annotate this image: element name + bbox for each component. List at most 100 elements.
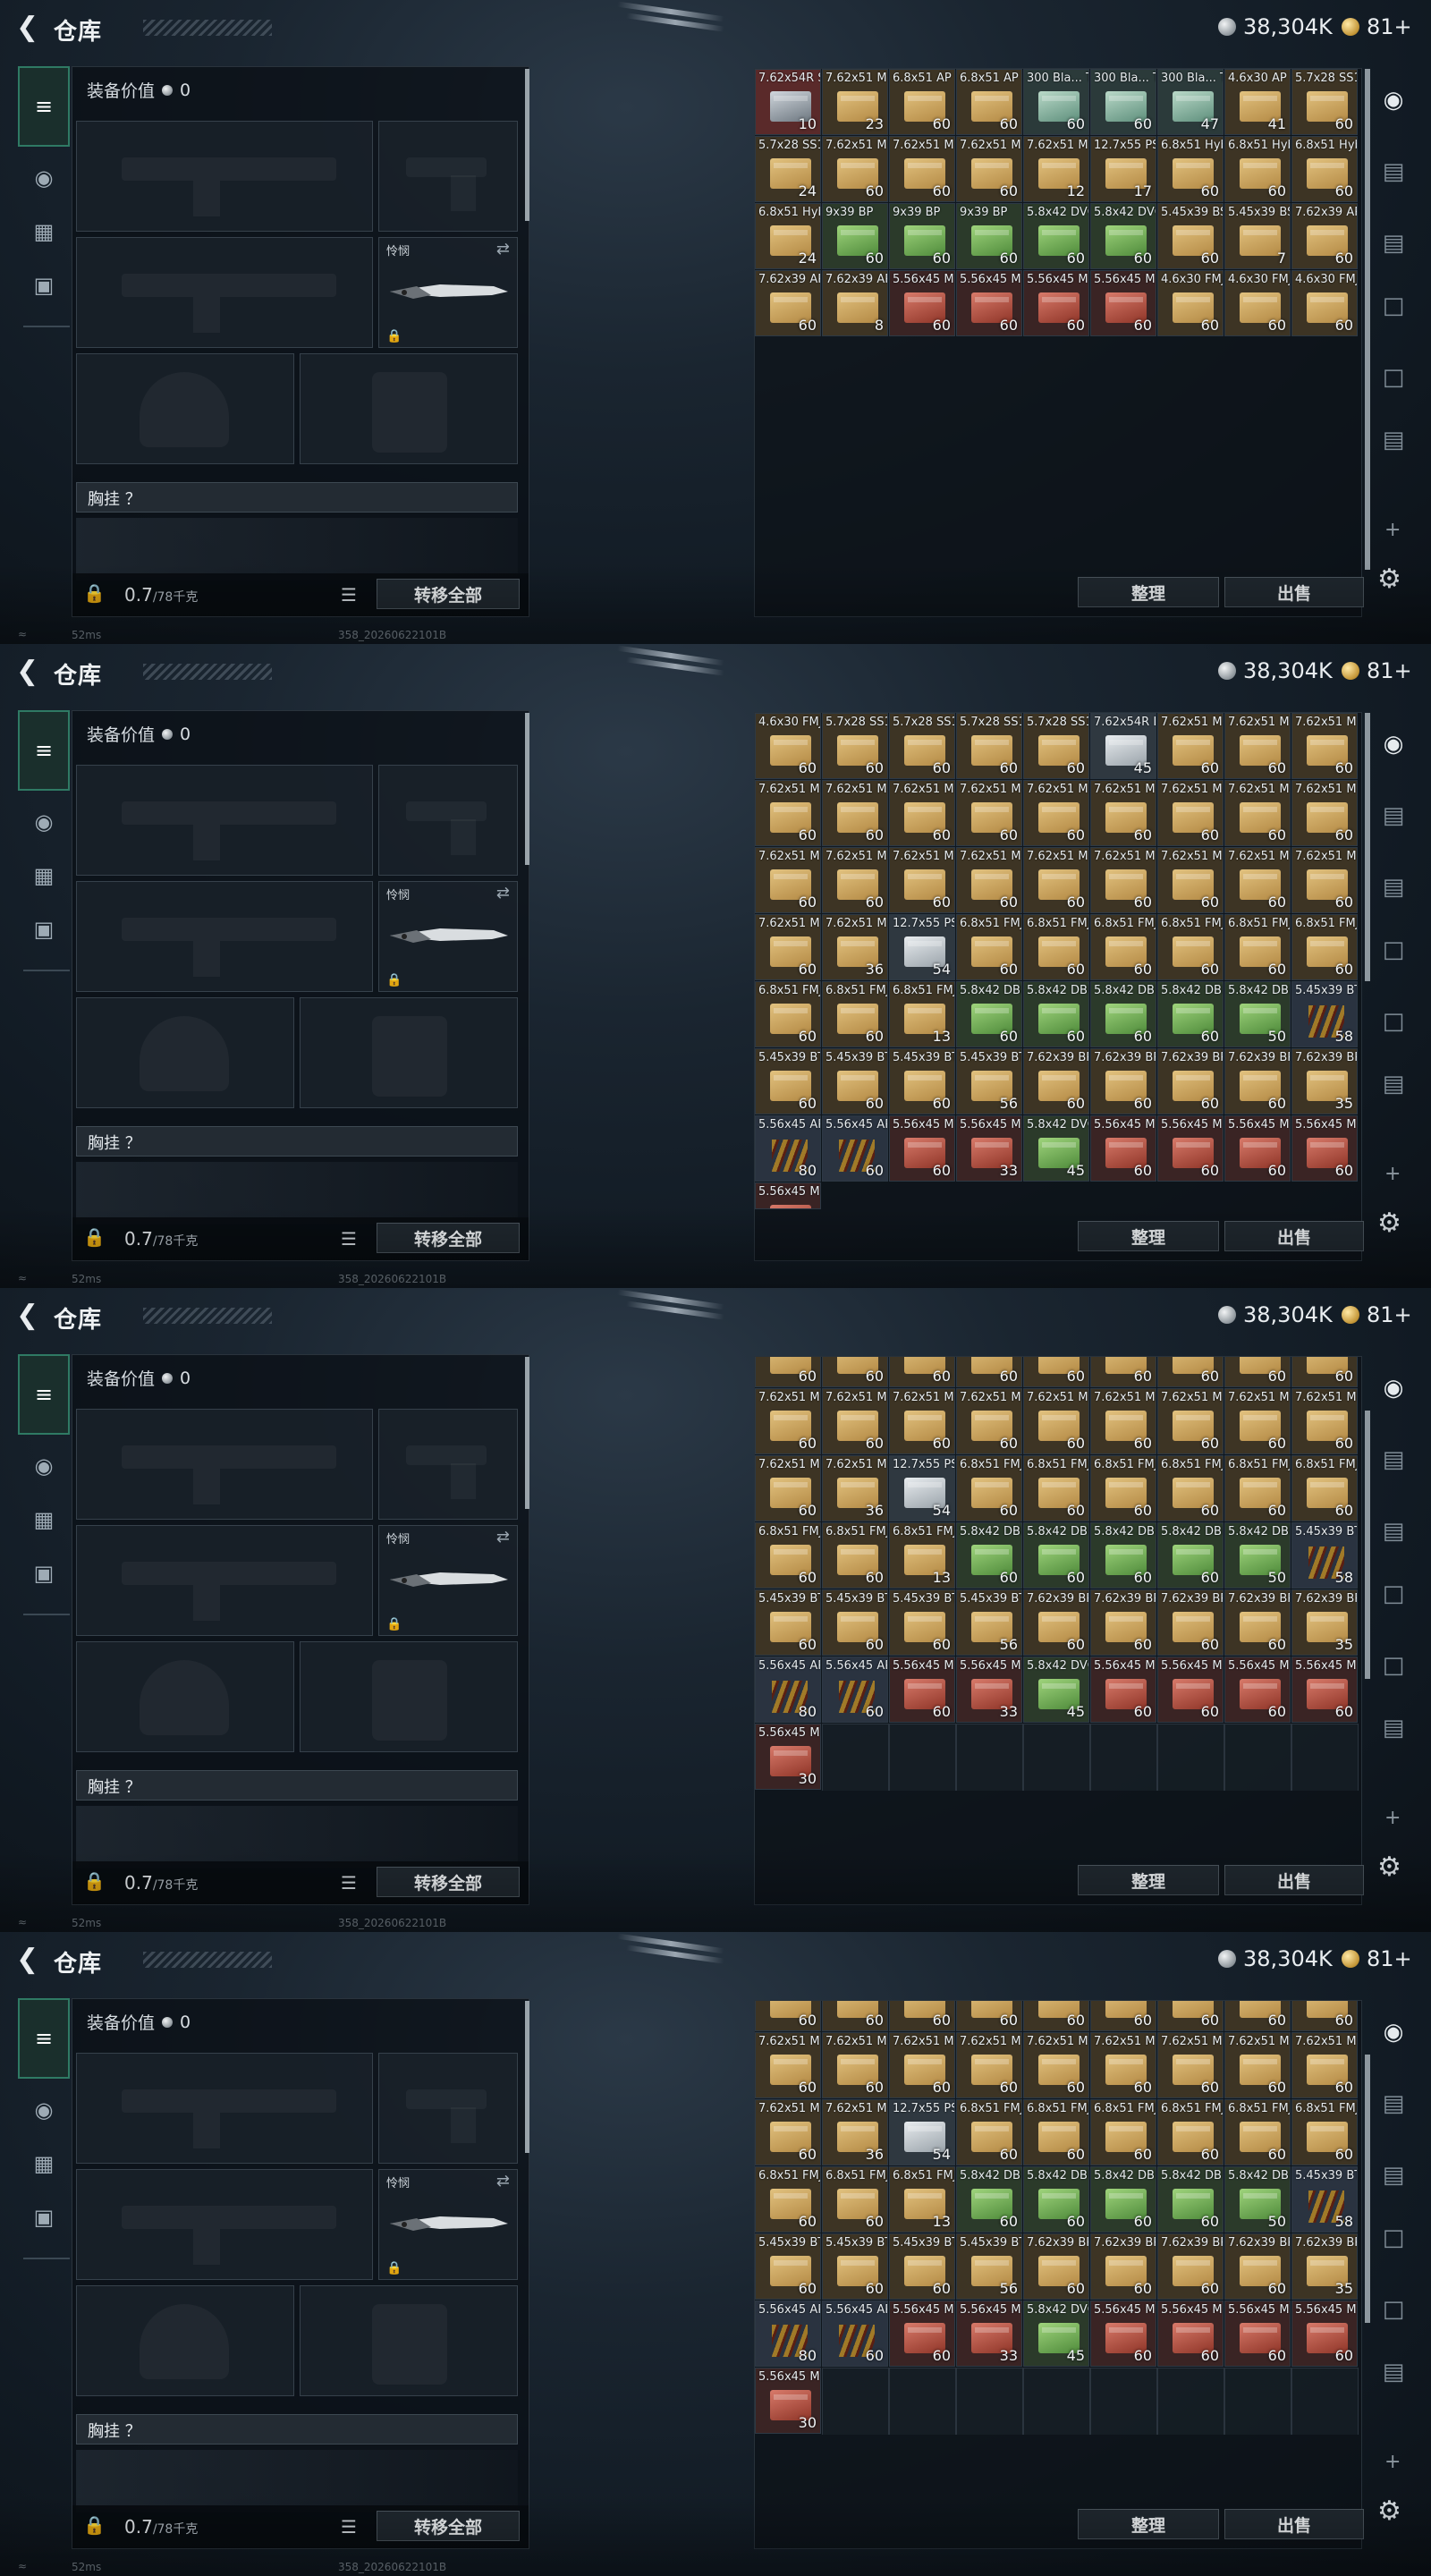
ammo-cell[interactable]: 7.62x51 M8060 [889, 780, 955, 846]
ammo-cell[interactable]: 7.62x51 M8060 [889, 1357, 955, 1387]
add-icon[interactable]: + [1384, 519, 1401, 541]
ammo-cell[interactable]: 7.62x39 BP 60 [1090, 2233, 1156, 2300]
ammo-cell[interactable]: 5.56x45 M995 60 [889, 270, 955, 336]
ammo-cell[interactable]: 5.8x42 DBP10 60 [1090, 2166, 1156, 2233]
chest-rig-slot[interactable] [76, 2450, 518, 2512]
ammo-cell[interactable]: 6.8x51 FMJ 60 [755, 981, 821, 1047]
ammo-cell[interactable]: 7.62x51 M8060 [1224, 713, 1291, 779]
ammo-cell[interactable]: 7.62x51 M8060 [889, 1388, 955, 1454]
ammo-cell[interactable]: 6.8x51 FMJ 60 [1023, 1455, 1089, 1521]
loadout-scrollbar[interactable] [525, 2001, 529, 2153]
ammo-cell[interactable]: 5.7x28 SS190 60 [889, 713, 955, 779]
tab-case[interactable]: ▣ [18, 907, 70, 952]
sort-button[interactable]: 整理 [1078, 577, 1219, 607]
ammo-cell[interactable]: 7.62x51 M8060 [956, 1388, 1022, 1454]
ammo-cell[interactable]: 7.62x51 M80 36 [822, 1455, 888, 1521]
secondary-weapon-slot[interactable] [76, 881, 373, 992]
ammo-cell[interactable]: 7.62x51 M8060 [1023, 1388, 1089, 1454]
ammo-cell[interactable]: 4.6x30 FMJ SX 60 [755, 713, 821, 779]
gear-icon[interactable]: ⚙ [1377, 564, 1401, 595]
tab-helmet[interactable]: ◉ [18, 1444, 70, 1488]
pistol-slot[interactable] [378, 2053, 518, 2164]
ammo-cell[interactable]: 6.8x51 FMJ 60 [1157, 2099, 1224, 2165]
ammo-cell[interactable]: 5.56x45 M855 [755, 1182, 821, 1209]
ammo-cell[interactable]: 7.62x51 M8060 [1291, 2001, 1358, 2031]
ammo-cell[interactable]: 7.62x39 BP 60 [1090, 1589, 1156, 1656]
ammo-cell[interactable]: 5.56x45 M855A1 60 [889, 1657, 955, 1723]
ammo-cell[interactable]: 7.62x51 M80 36 [822, 2099, 888, 2165]
ammo-cell[interactable]: 6.8x51 FMJ 60 [755, 2166, 821, 2233]
ammo-cell[interactable]: 7.62x51 M8060 [755, 914, 821, 980]
ammo-cell[interactable]: 4.6x30 FMJ SX 60 [1157, 270, 1224, 336]
chest-rig-header[interactable]: 胸挂 ？ [76, 2414, 518, 2445]
tab-case[interactable]: ▣ [18, 263, 70, 308]
ammo-cell[interactable]: 7.62x51 M8060 [1291, 780, 1358, 846]
ammo-cell[interactable]: 7.62x39 BP 60 [1090, 1048, 1156, 1114]
tab-helmet[interactable]: ◉ [18, 2088, 70, 2132]
helmet-rail-icon[interactable]: ◉ [1374, 80, 1413, 120]
ammo-cell[interactable]: 5.45x39 BT 56 [956, 1589, 1022, 1656]
ammo-cell[interactable]: 7.62x51 M8060 [1157, 1388, 1224, 1454]
ammo-cell[interactable]: 7.62x51 M80 36 [822, 914, 888, 980]
tab-weapons[interactable]: ≡ [18, 1354, 70, 1435]
ammo-cell[interactable]: 12.7x55 PS12A 54 [889, 1455, 955, 1521]
ammo-cell[interactable]: 6.8x51 FMJ 60 [1291, 1455, 1358, 1521]
ammo-cell[interactable]: 9x39 BP 60 [889, 203, 955, 269]
ammo-cell[interactable]: 7.62x39 BP 35 [1291, 1589, 1358, 1656]
ammo-cell[interactable]: 5.56x45 M855A1 60 [889, 2301, 955, 2367]
ammo-cell[interactable]: 5.45x39 BT 60 [755, 1589, 821, 1656]
chest-rig-slot[interactable] [76, 518, 518, 580]
back-arrow-icon[interactable]: ❮ [16, 13, 41, 43]
empty-storage-cell[interactable] [956, 2368, 1023, 2435]
tab-weapons[interactable]: ≡ [18, 66, 70, 147]
ammo-cell[interactable]: 7.62x51 M8060 [822, 2001, 888, 2031]
armor-slot[interactable] [300, 2285, 518, 2396]
ammo-cell[interactable]: 7.62x51 M8060 [1157, 847, 1224, 913]
ammo-cell[interactable]: 7.62x51 M8060 [1090, 2001, 1156, 2031]
ammo-cell[interactable]: 7.62x54R LPS 45 [1090, 713, 1156, 779]
ammo-cell[interactable]: 7.62x51 M8060 [1157, 780, 1224, 846]
ammo-cell[interactable]: 5.45x39 BS 7 [1224, 203, 1291, 269]
helmet-slot[interactable] [76, 997, 294, 1108]
ammo-cell[interactable]: 6.8x51 AP 60 [956, 69, 1022, 135]
ammo-cell[interactable]: 6.8x51 FMJ 60 [822, 981, 888, 1047]
ammo-cell[interactable]: 7.62x39 BP 35 [1291, 2233, 1358, 2300]
storage-folder-icon[interactable]: □ [1374, 1002, 1413, 1041]
ammo-cell[interactable]: 5.45x39 BT 58 [1291, 1522, 1358, 1589]
empty-storage-cell[interactable] [1291, 2368, 1359, 2435]
transfer-all-button[interactable]: 转移全部 [377, 1867, 520, 1897]
ammo-cell[interactable]: 4.6x30 AP 41 [1224, 69, 1291, 135]
ammo-cell[interactable]: 7.62x51 M993 23 [822, 69, 888, 135]
storage-iv-icon[interactable]: ▤ [1374, 1440, 1413, 1479]
ammo-cell[interactable]: 7.62x51 M8060 [956, 2001, 1022, 2031]
ammo-cell[interactable]: 5.56x45 M855 30 [755, 2368, 821, 2434]
ammo-cell[interactable]: 5.45x39 BT 60 [822, 2233, 888, 2300]
storage-folder-icon[interactable]: □ [1374, 2290, 1413, 2329]
ammo-cell[interactable]: 5.8x42 DVC12 60 [1090, 203, 1156, 269]
empty-storage-cell[interactable] [956, 1724, 1023, 1791]
swap-icon[interactable]: ⇄ [496, 884, 510, 902]
ammo-cell[interactable]: 5.45x39 BS 60 [1157, 203, 1224, 269]
storage-folder-icon[interactable]: □ [1374, 1574, 1413, 1614]
ammo-cell[interactable]: 9x39 BP 60 [822, 203, 888, 269]
ammo-cell[interactable]: 5.56x45 M855 60 [1090, 1115, 1156, 1182]
storage-iv-icon[interactable]: ▤ [1374, 2084, 1413, 2123]
ammo-cell[interactable]: 5.8x42 DBP10 60 [956, 981, 1022, 1047]
chest-rig-slot[interactable] [76, 1162, 518, 1224]
ammo-cell[interactable]: 7.62x51 M61 60 [956, 136, 1022, 202]
gear-icon[interactable]: ⚙ [1377, 1208, 1401, 1239]
ammo-cell[interactable]: 6.8x51 FMJ 60 [1157, 914, 1224, 980]
ammo-cell[interactable]: 7.62x39 AP 60 [1291, 203, 1358, 269]
loadout-scrollbar[interactable] [525, 1357, 529, 1509]
ammo-cell[interactable]: 300 Bla... TR 60 [1090, 69, 1156, 135]
tab-case[interactable]: ▣ [18, 1551, 70, 1596]
ammo-cell[interactable]: 7.62x51 M8060 [755, 2099, 821, 2165]
ammo-cell[interactable]: 7.62x51 M62 60 [822, 136, 888, 202]
ammo-cell[interactable]: 5.45x39 BT 60 [889, 1048, 955, 1114]
chest-rig-header[interactable]: 胸挂 ？ [76, 482, 518, 513]
ammo-cell[interactable]: 7.62x39 BP 60 [1224, 1048, 1291, 1114]
helmet-slot[interactable] [76, 353, 294, 464]
ammo-cell[interactable]: 7.62x51 M8060 [1090, 1388, 1156, 1454]
ammo-cell[interactable]: 7.62x51 M8060 [1224, 2032, 1291, 2098]
ammo-cell[interactable]: 6.8x51 FMJ 60 [1291, 2099, 1358, 2165]
